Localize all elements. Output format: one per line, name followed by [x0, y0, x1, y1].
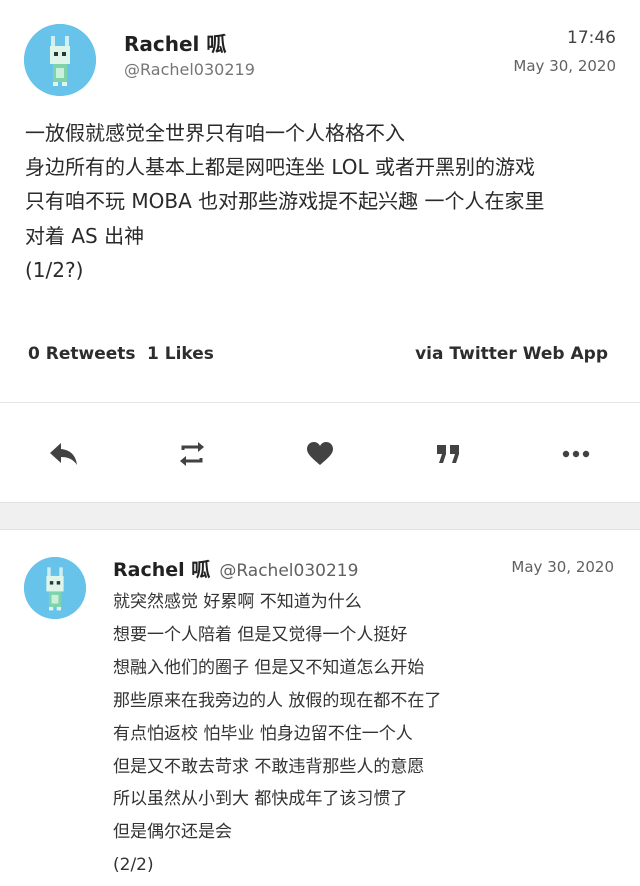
reply-text-line: 但是偶尔还是会 — [113, 822, 232, 843]
reply-text-line: (2/2) — [113, 855, 154, 876]
retweet-icon — [180, 442, 204, 466]
tweet-date: May 30, 2020 — [513, 57, 616, 75]
reply-icon — [50, 443, 77, 465]
reply-header: Rachel 呱 @Rachel030219 — [113, 555, 358, 582]
tweet-source: via Twitter Web App — [415, 344, 608, 364]
reply-text-line: 就突然感觉 好累啊 不知道为什么 — [113, 592, 362, 612]
tweet-text-line: 身边所有的人基本上都是网吧连坐 LOL 或者开黑别的游戏 — [25, 155, 536, 180]
like-button[interactable] — [296, 430, 344, 478]
tweet-text-line: 一放假就感觉全世界只有咱一个人格格不入 — [25, 121, 405, 145]
tweet-text: 一放假就感觉全世界只有咱一个人格格不入 身边所有的人基本上都是网吧连坐 LOL … — [25, 116, 625, 287]
reply-author-name: Rachel 呱 — [113, 559, 211, 581]
tweet-time: 17:46 — [567, 28, 616, 48]
reply-button[interactable] — [40, 430, 88, 478]
tweet-text-line: 只有咱不玩 MOBA 也对那些游戏提不起兴趣 一个人在家里 — [25, 189, 545, 214]
author-name: Rachel 呱 — [124, 32, 227, 56]
tweet-text-line: (1/2?) — [25, 257, 84, 282]
divider — [0, 402, 640, 403]
avatar[interactable] — [24, 24, 96, 96]
section-separator — [0, 503, 640, 530]
author-handle: @Rachel030219 — [124, 60, 255, 79]
retweet-count[interactable]: 0 Retweets — [28, 344, 136, 364]
quote-button[interactable] — [424, 430, 472, 478]
reply-text-line: 但是又不敢去苛求 不敢违背那些人的意愿 — [113, 756, 425, 777]
pixel-bunny-icon — [24, 24, 96, 96]
more-icon — [562, 450, 590, 458]
reply-text: 就突然感觉 好累啊 不知道为什么 想要一个人陪着 但是又觉得一个人挺好 想融入他… — [113, 586, 613, 882]
reply-text-line: 有点怕返校 怕毕业 怕身边留不住一个人 — [113, 723, 413, 744]
quote-icon — [437, 445, 459, 463]
reply-text-line: 想融入他们的圈子 但是又不知道怎么开始 — [113, 657, 425, 678]
more-button[interactable] — [552, 430, 600, 478]
reply-avatar[interactable] — [24, 557, 86, 619]
pixel-bunny-icon — [24, 557, 86, 619]
reply-author-handle: @Rachel030219 — [219, 561, 359, 581]
reply-text-line: 所以虽然从小到大 都快成年了该习惯了 — [113, 789, 408, 810]
reply-text-line: 那些原来在我旁边的人 放假的现在都不在了 — [113, 690, 442, 711]
reply-date: May 30, 2020 — [511, 558, 614, 576]
heart-icon — [307, 442, 333, 465]
retweet-button[interactable] — [168, 430, 216, 478]
tweet-text-line: 对着 AS 出神 — [25, 223, 145, 248]
reply-text-line: 想要一个人陪着 但是又觉得一个人挺好 — [113, 624, 408, 645]
like-count[interactable]: 1 Likes — [147, 344, 214, 364]
